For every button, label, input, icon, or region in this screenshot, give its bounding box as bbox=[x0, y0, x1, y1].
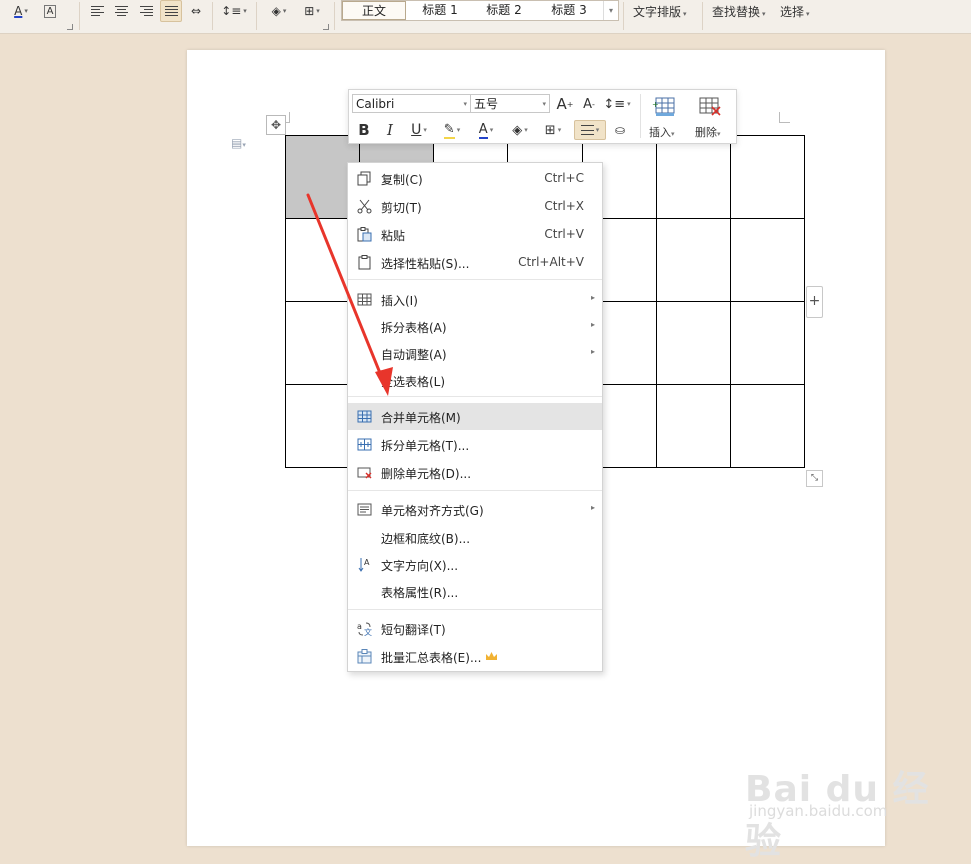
annotation-arrow bbox=[306, 193, 393, 396]
watermark-url: jingyan.baidu.com bbox=[749, 802, 888, 820]
baidu-jingyan-watermark: Bai du 经验 jingyan.baidu.com bbox=[745, 740, 965, 862]
